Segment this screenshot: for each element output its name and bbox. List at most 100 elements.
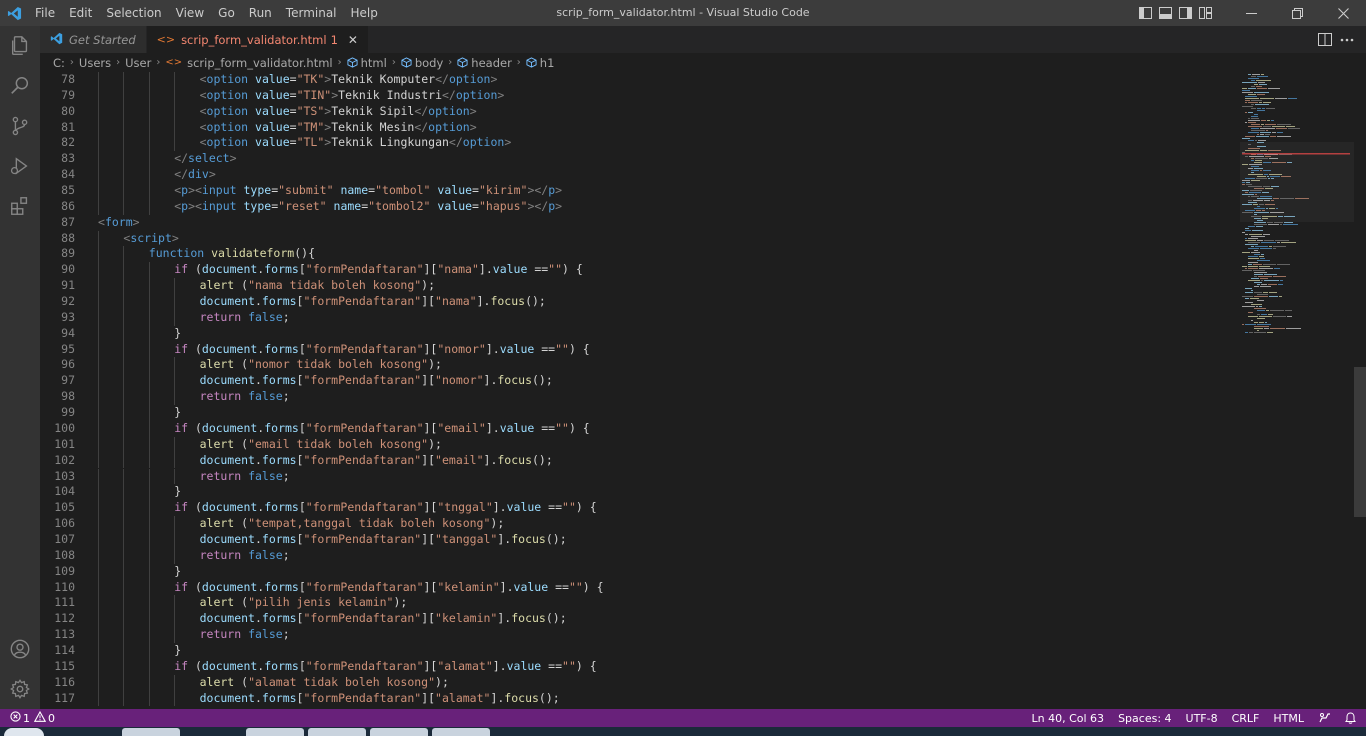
close-icon[interactable]: ✕ xyxy=(348,33,358,47)
code-line[interactable]: 105 if (document.forms["formPendaftaran"]… xyxy=(40,500,1240,517)
code-line[interactable]: 87 <form> xyxy=(40,215,1240,231)
taskbar-app-button[interactable] xyxy=(122,728,180,736)
gear-icon[interactable] xyxy=(0,669,40,709)
code-line[interactable]: 83 </select> xyxy=(40,151,1240,168)
code-line[interactable]: 96 alert ("nomor tidak boleh kosong"); xyxy=(40,357,1240,374)
vertical-scrollbar[interactable] xyxy=(1354,72,1366,709)
language-mode[interactable]: HTML xyxy=(1273,712,1304,725)
source-control-icon[interactable] xyxy=(0,106,40,146)
taskbar-app-button[interactable] xyxy=(246,728,304,736)
code-line[interactable]: 97 document.forms["formPendaftaran"]["nom… xyxy=(40,373,1240,390)
menu-view[interactable]: View xyxy=(169,0,211,26)
breadcrumb-item[interactable]: html xyxy=(361,56,387,70)
taskbar-app-button[interactable] xyxy=(432,728,490,736)
code-line[interactable]: 79 <option value="TIN">Teknik Industri</o… xyxy=(40,87,1240,104)
breadcrumb: C: › Users › User › <> scrip_form_valida… xyxy=(40,53,1366,72)
code-token: [ xyxy=(298,262,306,277)
code-line[interactable]: 94} xyxy=(40,325,1240,342)
taskbar-app-button[interactable] xyxy=(370,728,428,736)
taskbar-app-button[interactable] xyxy=(308,728,366,736)
code-line[interactable]: 109} xyxy=(40,563,1240,580)
menu-selection[interactable]: Selection xyxy=(99,0,168,26)
menu-edit[interactable]: Edit xyxy=(62,0,99,26)
menu-terminal[interactable]: Terminal xyxy=(279,0,344,26)
code-line[interactable]: 101 alert ("email tidak boleh kosong"); xyxy=(40,436,1240,453)
indent-guide xyxy=(98,516,99,532)
code-line[interactable]: 95 if (document.forms["formPendaftaran"][… xyxy=(40,341,1240,358)
code-line[interactable]: 107 document.forms["formPendaftaran"]["ta… xyxy=(40,531,1240,548)
tab-scrip-form-validator[interactable]: <> scrip_form_validator.html 1 ✕ xyxy=(146,26,369,53)
encoding[interactable]: UTF-8 xyxy=(1186,712,1218,725)
code-line[interactable]: 116 alert ("alamat tidak boleh kosong"); xyxy=(40,674,1240,691)
code-line[interactable]: 103 return false; xyxy=(40,468,1240,485)
more-actions-icon[interactable] xyxy=(1336,26,1358,53)
code-line[interactable]: 84 </div> xyxy=(40,167,1240,184)
breadcrumb-item[interactable]: User xyxy=(125,56,151,70)
run-debug-icon[interactable] xyxy=(0,146,40,186)
code-line[interactable]: 81 <option value="TM">Teknik Mesin</optio… xyxy=(40,119,1240,136)
toggle-panel-icon[interactable] xyxy=(1156,0,1174,26)
code-line[interactable]: 98 return false; xyxy=(40,389,1240,406)
code-line[interactable]: 82 <option value="TL">Teknik Lingkungan</… xyxy=(40,135,1240,152)
warning-icon xyxy=(33,710,47,725)
close-window-icon[interactable] xyxy=(1320,0,1366,26)
code-editor[interactable]: 78 <option value="TK">Teknik Komputer</op… xyxy=(40,72,1240,709)
breadcrumb-item[interactable]: scrip_form_validator.html xyxy=(187,56,333,70)
menu-help[interactable]: Help xyxy=(344,0,385,26)
code-line[interactable]: 100 if (document.forms["formPendaftaran"]… xyxy=(40,420,1240,437)
notifications-bell-icon[interactable] xyxy=(1345,712,1356,724)
feedback-icon[interactable] xyxy=(1318,712,1331,724)
indent-guide xyxy=(148,103,150,120)
tab-get-started[interactable]: Get Started xyxy=(40,26,147,53)
code-line[interactable]: 110 if (document.forms["formPendaftaran"]… xyxy=(40,579,1240,596)
minimap[interactable] xyxy=(1240,72,1354,709)
breadcrumb-item[interactable]: header xyxy=(471,56,512,70)
menu-file[interactable]: File xyxy=(28,0,62,26)
code-line[interactable]: 92 document.forms["formPendaftaran"]["nam… xyxy=(40,294,1240,310)
code-line[interactable]: 91 alert ("nama tidak boleh kosong"); xyxy=(40,278,1240,295)
code-line[interactable]: 88 <script> xyxy=(40,230,1240,247)
problem-count-badge: 1 xyxy=(330,32,338,47)
code-line[interactable]: 89 function validateform(){ xyxy=(40,246,1240,263)
code-line[interactable]: 115 if (document.forms["formPendaftaran"]… xyxy=(40,658,1240,675)
toggle-sidebar-icon[interactable] xyxy=(1136,0,1154,26)
breadcrumb-item[interactable]: body xyxy=(415,56,443,70)
menu-run[interactable]: Run xyxy=(242,0,279,26)
code-line[interactable]: 99} xyxy=(40,405,1240,421)
extensions-icon[interactable] xyxy=(0,186,40,226)
split-editor-icon[interactable] xyxy=(1314,26,1336,53)
breadcrumb-item[interactable]: C: xyxy=(53,56,65,70)
customize-layout-icon[interactable] xyxy=(1196,0,1214,26)
restore-icon[interactable] xyxy=(1274,0,1320,26)
end-of-line[interactable]: CRLF xyxy=(1232,712,1260,725)
explorer-icon[interactable] xyxy=(0,26,40,66)
scrollbar-thumb[interactable] xyxy=(1354,367,1366,517)
code-line[interactable]: 86 <p><input type="reset" name="tombol2" … xyxy=(40,198,1240,215)
code-line[interactable]: 85 <p><input type="submit" name="tombol" … xyxy=(40,183,1240,199)
cursor-position[interactable]: Ln 40, Col 63 xyxy=(1032,712,1105,725)
code-line[interactable]: 102 document.forms["formPendaftaran"]["em… xyxy=(40,452,1240,469)
accounts-icon[interactable] xyxy=(0,629,40,669)
menu-go[interactable]: Go xyxy=(211,0,242,26)
breadcrumb-item[interactable]: h1 xyxy=(540,56,555,70)
code-line[interactable]: 111 alert ("pilih jenis kelamin"); xyxy=(40,595,1240,612)
code-line[interactable]: 104} xyxy=(40,484,1240,501)
breadcrumb-item[interactable]: Users xyxy=(79,56,111,70)
search-icon[interactable] xyxy=(0,66,40,106)
indentation[interactable]: Spaces: 4 xyxy=(1118,712,1171,725)
code-line[interactable]: 93 return false; xyxy=(40,309,1240,326)
indent-guide xyxy=(148,436,150,453)
code-line[interactable]: 113 return false; xyxy=(40,627,1240,643)
code-line[interactable]: 114} xyxy=(40,642,1240,659)
code-line[interactable]: 108 return false; xyxy=(40,547,1240,564)
problems-indicator[interactable]: 1 0 xyxy=(10,710,55,725)
code-line[interactable]: 112 document.forms["formPendaftaran"]["ke… xyxy=(40,611,1240,628)
code-line[interactable]: 78 <option value="TK">Teknik Komputer</op… xyxy=(40,72,1240,88)
code-line[interactable]: 90 if (document.forms["formPendaftaran"][… xyxy=(40,262,1240,279)
minimize-icon[interactable] xyxy=(1228,0,1274,26)
start-button[interactable] xyxy=(4,728,44,736)
code-line[interactable]: 117 document.forms["formPendaftaran"]["al… xyxy=(40,690,1240,707)
toggle-secondary-sidebar-icon[interactable] xyxy=(1176,0,1194,26)
code-line[interactable]: 80 <option value="TS">Teknik Sipil</optio… xyxy=(40,103,1240,120)
code-line[interactable]: 106 alert ("tempat,tanggal tidak boleh ko… xyxy=(40,516,1240,532)
